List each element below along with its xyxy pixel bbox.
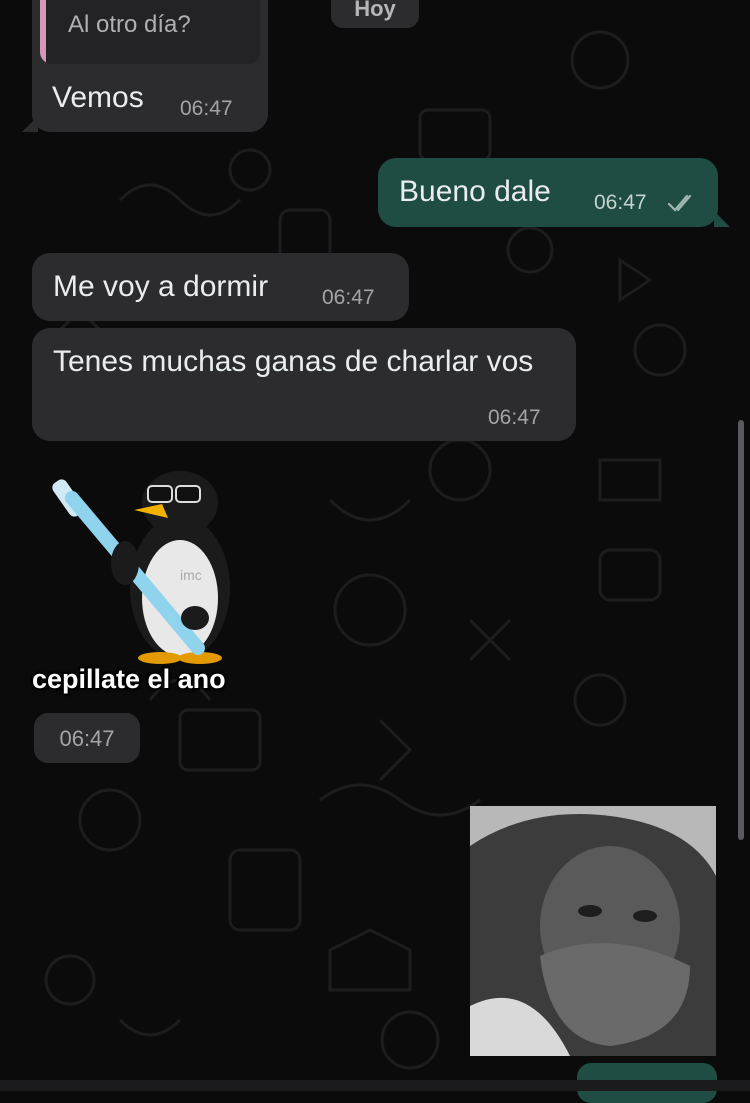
scrollbar[interactable]	[738, 420, 744, 840]
double-check-icon	[667, 194, 692, 212]
quote-bar	[40, 0, 46, 64]
quoted-text: Al otro día?	[68, 11, 191, 38]
message-time: 06:47	[488, 406, 541, 429]
photo-image	[470, 806, 716, 1056]
sticker-caption: cepillate el ano	[32, 664, 226, 694]
date-separator: Hoy	[331, 0, 419, 28]
message-time: 06:47	[180, 97, 233, 120]
message-text: Tenes muchas ganas de charlar vos	[53, 345, 534, 378]
quoted-message[interactable]: Al otro día?	[40, 0, 260, 64]
message-text: Bueno dale	[399, 175, 551, 208]
bottom-bar	[0, 1080, 750, 1091]
message-incoming-3[interactable]: Tenes muchas ganas de charlar vos 06:47	[32, 328, 576, 441]
penguin-sticker-image: imc	[52, 471, 230, 664]
message-incoming-1[interactable]: Al otro día? Vemos 06:47	[22, 0, 268, 132]
bubble-tail	[714, 211, 730, 227]
sticker-penguin[interactable]: imc cepillate el ano	[30, 458, 290, 708]
message-time: 06:47	[594, 191, 647, 214]
sticker-time: 06:47	[34, 713, 140, 763]
photo-message[interactable]	[470, 806, 716, 1056]
message-time: 06:47	[322, 286, 375, 309]
bubble-tail	[22, 116, 38, 132]
message-text: Me voy a dormir	[53, 270, 269, 303]
message-text: Vemos	[52, 81, 144, 114]
sticker-watermark: imc	[180, 567, 202, 583]
message-outgoing-1[interactable]: Bueno dale 06:47	[378, 158, 730, 227]
message-incoming-2[interactable]: Me voy a dormir 06:47	[32, 253, 409, 321]
